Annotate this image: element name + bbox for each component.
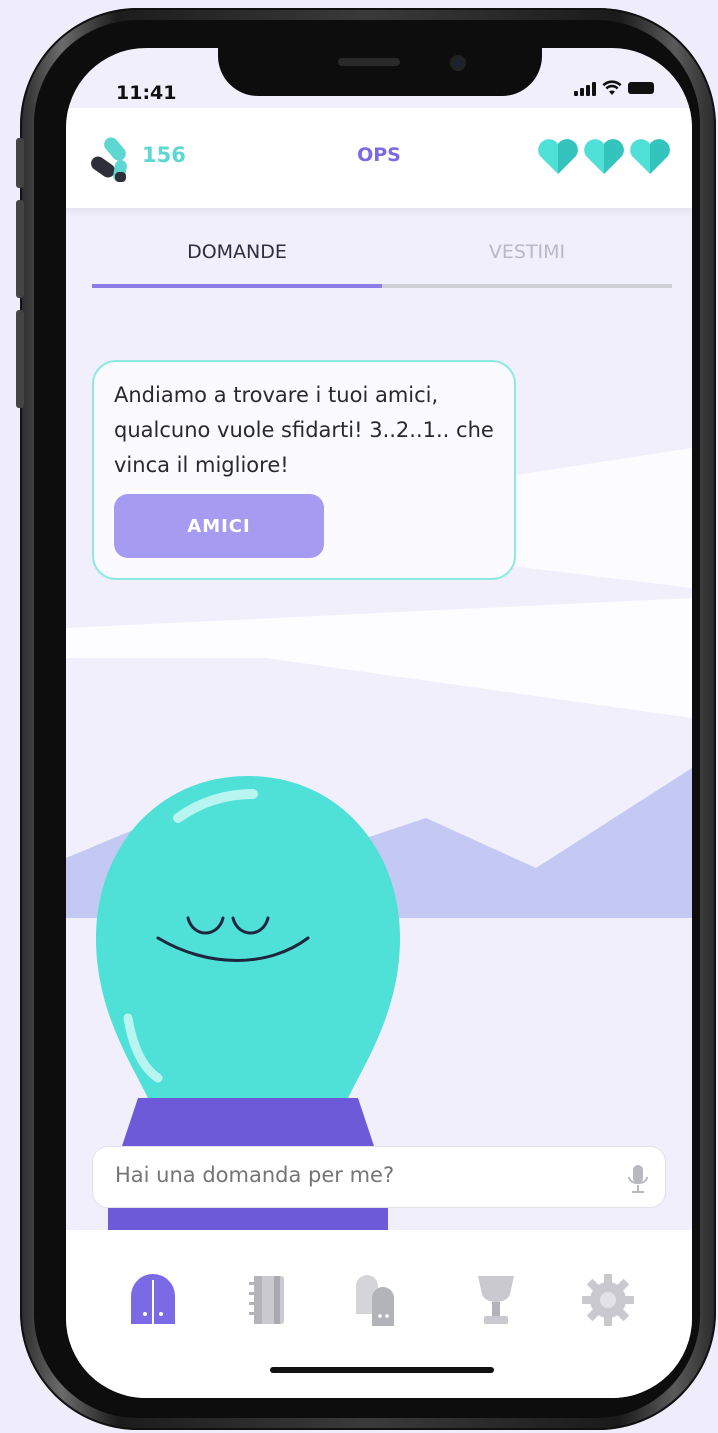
trophy-icon[interactable] [466,1270,526,1330]
tab-active-indicator [92,284,382,288]
status-time: 11:41 [116,82,177,104]
notch [218,48,542,96]
microphone-icon[interactable] [627,1163,649,1195]
mascot-character [96,776,400,1288]
settings-gear-icon[interactable] [578,1270,638,1330]
battery-icon [628,82,654,94]
speaker [338,58,400,66]
signal-icon [574,80,596,96]
heart-icon [538,139,578,174]
tab-vestimi[interactable]: VESTIMI [382,228,672,276]
tab-domande[interactable]: DOMANDE [92,228,382,276]
top-header: 156 OPS [66,108,692,208]
bottom-tab-bar [66,1230,692,1398]
segmented-tabs: DOMANDE VESTIMI [92,228,672,290]
heart-icon [584,139,624,174]
lives-hearts [536,136,672,176]
friends-button[interactable]: AMICI [114,494,324,558]
mute-switch [16,138,24,188]
heart-icon [630,139,670,174]
volume-down-button [16,310,24,408]
speech-bubble: Andiamo a trovare i tuoi amici, qualcuno… [92,360,516,580]
ask-question-field[interactable] [92,1146,666,1208]
notebook-icon[interactable] [238,1270,298,1330]
chess-pieces-icon[interactable] [350,1270,410,1330]
wifi-icon [602,80,622,95]
ask-question-input[interactable] [115,1163,595,1187]
volume-up-button [16,200,24,298]
front-camera [450,55,466,71]
bubble-message: Andiamo a trovare i tuoi amici, qualcuno… [114,383,494,477]
screen: 11:41 156 OPS Andiamo a trovare i tuoi a… [66,48,692,1398]
home-indicator[interactable] [270,1367,494,1373]
home-icon[interactable] [123,1270,183,1330]
status-icons [574,80,654,96]
